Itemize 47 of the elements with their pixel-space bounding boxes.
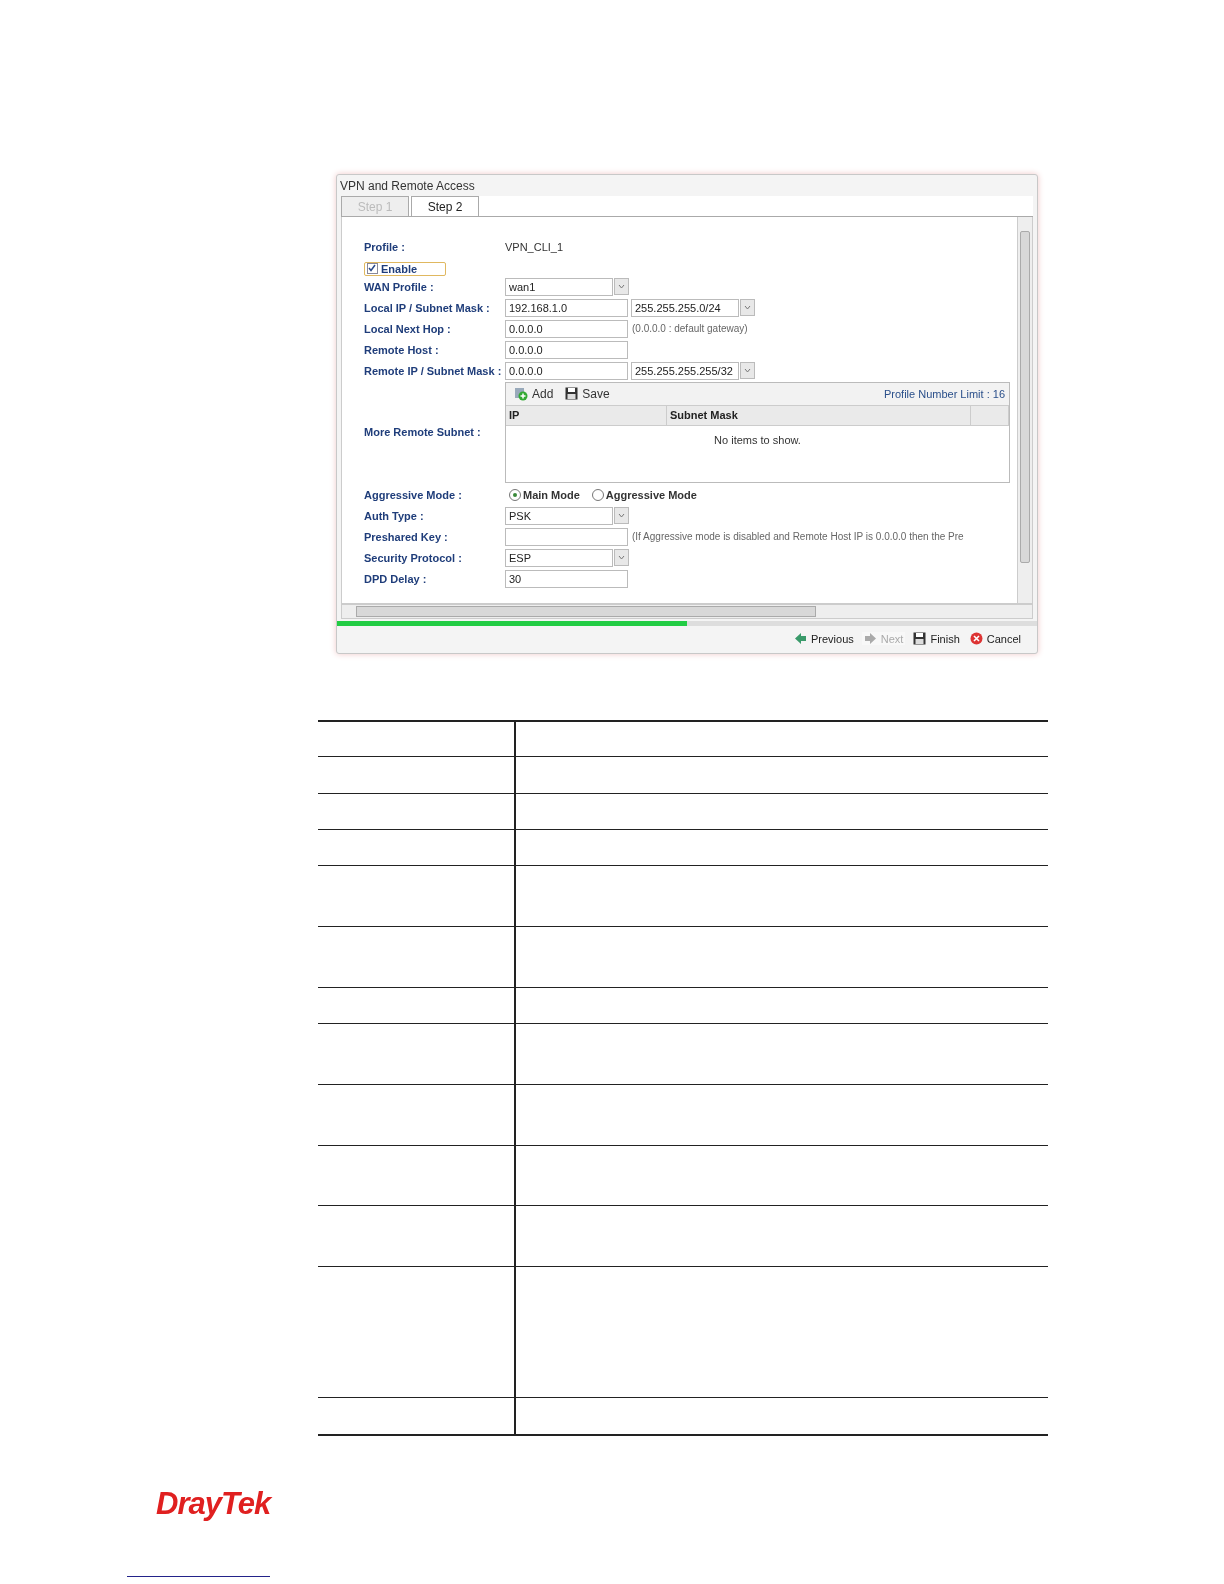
field-label: Remote Host : bbox=[364, 343, 440, 356]
input-field[interactable]: 192.168.1.0 bbox=[505, 298, 628, 317]
input-field[interactable]: 0.0.0.0 bbox=[505, 319, 628, 338]
input-field[interactable]: 0.0.0.0 bbox=[505, 340, 628, 359]
save-icon bbox=[565, 387, 579, 400]
arrow-left-icon bbox=[794, 632, 807, 645]
arrow-right-icon bbox=[863, 632, 877, 645]
column-header[interactable]: Subnet Mask bbox=[667, 405, 971, 425]
add-icon bbox=[514, 386, 528, 401]
footer-button[interactable]: Cancel bbox=[967, 632, 1023, 645]
field-label: Local IP / Subnet Mask : bbox=[364, 301, 491, 314]
radio-label[interactable]: Main Mode bbox=[523, 488, 580, 501]
window-title: VPN and Remote Access bbox=[339, 178, 476, 195]
input-field[interactable] bbox=[505, 527, 628, 546]
radio-button[interactable] bbox=[509, 488, 521, 501]
field-label: Local Next Hop : bbox=[364, 322, 452, 335]
tab[interactable]: Step 2 bbox=[411, 196, 479, 216]
radio-button[interactable] bbox=[591, 488, 604, 501]
logo: DrayTek bbox=[156, 1486, 271, 1522]
footer-button[interactable]: Previous bbox=[792, 632, 856, 645]
input-field[interactable]: 30 bbox=[505, 569, 628, 588]
radio-label[interactable]: Aggressive Mode bbox=[605, 488, 697, 501]
empty-message: No items to show. bbox=[714, 433, 801, 446]
horizontal-scrollbar[interactable] bbox=[341, 604, 1033, 619]
field-label: Auth Type : bbox=[364, 509, 425, 522]
profile-limit: Profile Number Limit : 16 bbox=[883, 387, 1005, 400]
field-label: Profile : bbox=[364, 241, 406, 253]
column-header[interactable]: IP bbox=[506, 405, 667, 425]
vertical-scrollbar[interactable] bbox=[1017, 217, 1032, 603]
field-label: Aggressive Mode : bbox=[364, 488, 463, 501]
field-hint: (If Aggressive mode is disabled and Remote Host IP is 0.0.0.0 then the Pre bbox=[632, 531, 964, 542]
checkbox-icon bbox=[367, 263, 378, 274]
field-label: More Remote Subnet : bbox=[364, 426, 482, 438]
toolbar-button[interactable]: Save bbox=[561, 386, 614, 401]
field-label: Security Protocol : bbox=[364, 551, 463, 564]
field-label: DPD Delay : bbox=[364, 572, 428, 585]
field-label: Preshared Key : bbox=[364, 530, 449, 543]
profile-name: VPN_CLI_1 bbox=[505, 241, 564, 253]
footer-button[interactable]: Finish bbox=[911, 632, 962, 645]
close-icon bbox=[969, 632, 983, 645]
enable-checkbox[interactable]: Enable bbox=[364, 261, 447, 276]
save-icon bbox=[913, 632, 927, 645]
field-label: Remote IP / Subnet Mask : bbox=[364, 364, 503, 377]
toolbar-button[interactable]: Add bbox=[510, 386, 558, 401]
field-hint: (0.0.0.0 : default gateway) bbox=[632, 323, 748, 334]
field-label: WAN Profile : bbox=[364, 280, 435, 293]
input-field[interactable]: 0.0.0.0 bbox=[505, 361, 628, 380]
